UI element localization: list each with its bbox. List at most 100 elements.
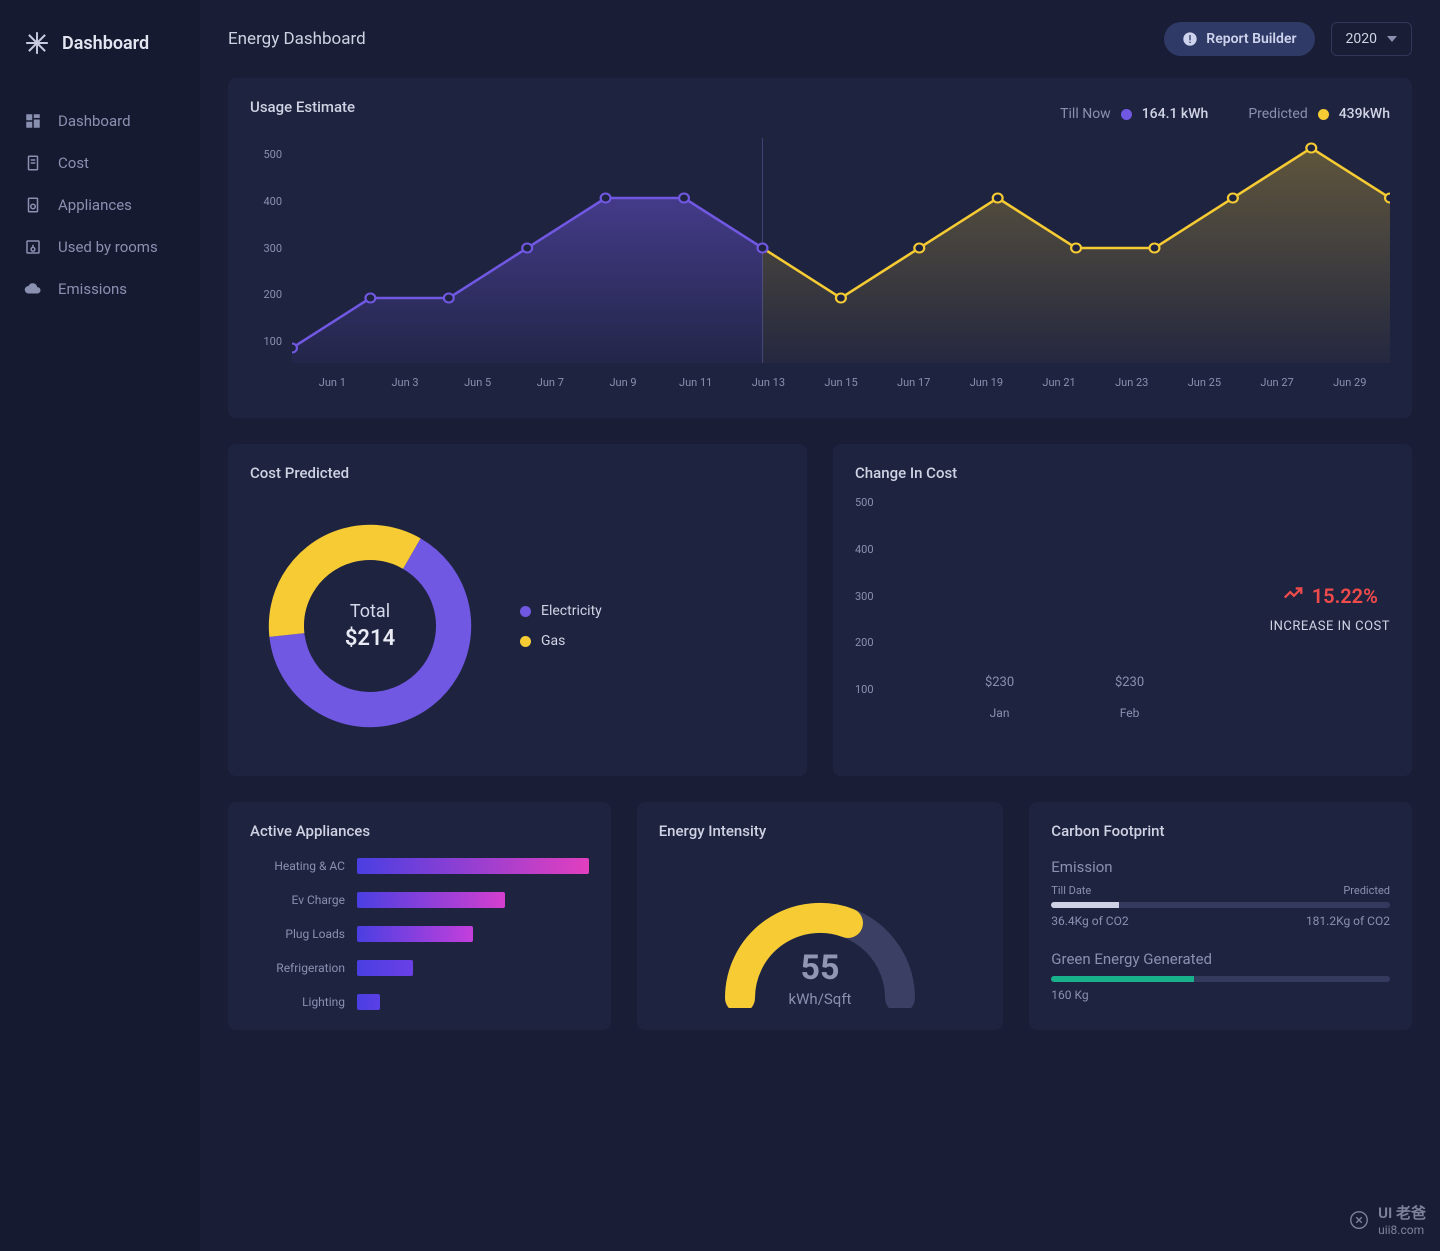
change-bar-chart: 500 400 300 200 100 $230 $230 Jan Feb [855,496,1240,720]
appliance-label: Refrigeration [250,961,345,975]
legend-label: Predicted [1248,106,1307,122]
change-title: Change In Cost [855,464,1390,482]
y-tick: 500 [250,148,282,161]
legend-label: Electricity [541,603,602,619]
x-tick: Jun 29 [1313,376,1386,389]
cost-title: Cost Predicted [250,464,785,482]
change-summary: 15.22% INCREASE IN COST [1270,582,1390,634]
nav: Dashboard Cost Appliances Used by rooms [0,94,200,316]
dot-icon [520,606,531,617]
sidebar-item-emissions[interactable]: Emissions [0,268,200,310]
dot-purple-icon [1121,109,1132,120]
active-appliances-card: Active Appliances Heating & AC Ev Charge P… [228,802,611,1030]
sidebar-item-dashboard[interactable]: Dashboard [0,100,200,142]
receipt-icon [24,154,42,172]
legend-till-now: Till Now 164.1 kWh [1060,106,1208,122]
x-tick: Jun 15 [805,376,878,389]
emission-till-label: Till Date [1051,884,1091,897]
sidebar-item-label: Cost [58,154,89,172]
appliance-label: Heating & AC [250,859,345,873]
x-tick: Jun 11 [659,376,732,389]
gauge-unit: kWh/Sqft [789,990,852,1008]
y-tick: 200 [855,636,874,649]
change-subtitle: INCREASE IN COST [1270,619,1390,634]
donut-center-value: $214 [345,626,395,651]
snowflake-logo-icon [24,30,50,56]
y-tick: 300 [250,242,282,255]
y-tick: 400 [250,195,282,208]
bar-value-label: $230 [1115,675,1144,690]
appliance-bar-track [357,892,589,908]
appliance-row: Refrigeration [250,960,589,976]
sidebar-item-appliances[interactable]: Appliances [0,184,200,226]
report-builder-label: Report Builder [1206,31,1296,47]
change-pct-value: 15.22% [1312,584,1378,608]
appliance-label: Ev Charge [250,893,345,907]
sidebar-item-label: Dashboard [58,112,131,130]
y-tick: 500 [855,496,874,509]
brand-title: Dashboard [62,33,149,54]
year-selector[interactable]: 2020 [1331,22,1412,56]
energy-intensity-card: Energy Intensity 55 kWh/Sqft [637,802,1004,1030]
cost-predicted-card: Cost Predicted Total $214 [228,444,807,776]
donut-center-label: Total [345,601,395,622]
y-tick: 400 [855,543,874,556]
green-title: Green Energy Generated [1051,950,1390,968]
appliance-bar [357,858,589,874]
x-tick: Jun 13 [732,376,805,389]
usage-estimate-card: Usage Estimate Till Now 164.1 kWh Predic… [228,78,1412,418]
x-tick: Jan [955,706,1045,720]
appliances-list: Heating & AC Ev Charge Plug Loads Refrigera… [250,858,589,1010]
usage-title: Usage Estimate [250,98,355,116]
sidebar-item-label: Used by rooms [58,238,158,256]
legend-item: Gas [520,633,602,649]
legend-value: 439kWh [1339,106,1390,122]
cost-donut-chart: Total $214 [260,516,480,736]
emission-till-value: 36.4Kg of CO2 [1051,914,1128,928]
appliance-row: Plug Loads [250,926,589,942]
x-tick: Jun 7 [514,376,587,389]
x-tick: Jun 5 [441,376,514,389]
green-progress [1051,976,1390,982]
year-value: 2020 [1346,31,1377,47]
legend-predicted: Predicted 439kWh [1248,106,1390,122]
y-tick: 100 [855,683,874,696]
change-in-cost-card: Change In Cost 500 400 300 200 100 $230 $230 … [833,444,1412,776]
bar-value-label: $230 [985,675,1014,690]
legend-label: Till Now [1060,106,1111,122]
carbon-title: Carbon Footprint [1051,822,1390,840]
dot-yellow-icon [1318,109,1329,120]
appliances-title: Active Appliances [250,822,589,840]
appliance-label: Plug Loads [250,927,345,941]
x-tick: Jun 3 [369,376,442,389]
y-tick: 100 [250,335,282,348]
x-axis: Jan Feb [890,706,1240,720]
emission-progress [1051,902,1390,908]
x-tick: Feb [1085,706,1175,720]
sidebar-item-label: Appliances [58,196,132,214]
sidebar-item-rooms[interactable]: Used by rooms [0,226,200,268]
appliance-bar [357,994,380,1010]
x-tick: Jun 21 [1023,376,1096,389]
main: Energy Dashboard Report Builder 2020 Usa… [200,0,1440,1251]
bar-column: $230 [955,675,1045,696]
sidebar-item-cost[interactable]: Cost [0,142,200,184]
carbon-footprint-card: Carbon Footprint Emission Till Date Pred… [1029,802,1412,1030]
appliance-bar [357,892,505,908]
appliance-label: Lighting [250,995,345,1009]
trend-up-icon [1282,582,1304,609]
usage-line-chart [292,138,1390,368]
x-tick: Jun 17 [877,376,950,389]
appliance-bar-track [357,994,589,1010]
alert-circle-icon [1182,31,1198,47]
y-tick: 300 [855,590,874,603]
green-value: 160 Kg [1051,988,1088,1002]
bar-column: $230 [1085,675,1175,696]
room-icon [24,238,42,256]
appliance-row: Lighting [250,994,589,1010]
x-tick: Jun 27 [1241,376,1314,389]
appliance-row: Ev Charge [250,892,589,908]
report-builder-button[interactable]: Report Builder [1164,22,1314,56]
cloud-icon [24,280,42,298]
appliance-bar [357,926,473,942]
